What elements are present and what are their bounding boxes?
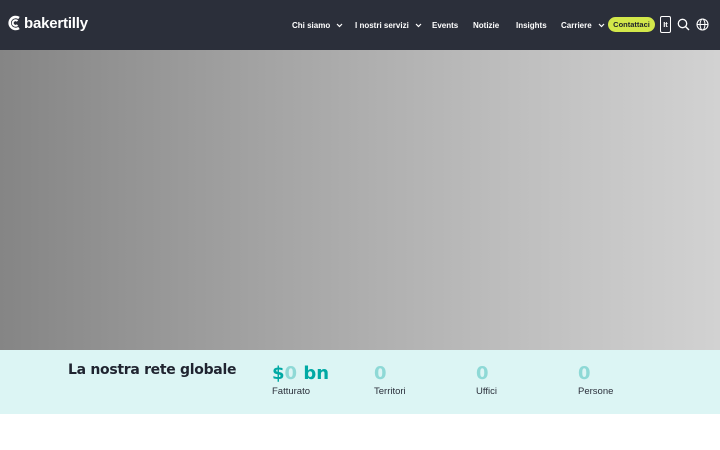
nav-item-insights[interactable]: Insights [516,18,547,32]
chevron-down-icon [336,23,343,27]
nav-item-carriere[interactable]: Carriere [561,18,605,32]
global-network-stats: La nostra rete globale $0 bn Fatturato 0… [0,350,720,414]
nav-item-label: Events [432,20,459,30]
stat-prefix: $ [272,363,285,384]
bakertilly-logo-icon [8,15,20,31]
nav-item-label: Insights [516,20,547,30]
search-icon[interactable] [677,18,690,31]
stat-value: 0 [374,364,406,384]
contact-button[interactable]: Contattaci [608,17,655,32]
globe-icon[interactable] [696,18,709,31]
stat-persone: 0 Persone [578,364,614,398]
stat-uffici: 0 Uffici [476,364,497,398]
stat-label: Territori [374,386,406,397]
chevron-down-icon [598,23,605,27]
stat-label: Persone [578,386,614,397]
brand-name: bakertilly [24,14,88,32]
stat-number: 0 [284,363,298,384]
nav-item-servizi[interactable]: I nostri servizi [355,18,422,32]
nav-item-label: Notizie [473,20,500,30]
stat-label: Fatturato [272,386,311,397]
stat-value: 0 [578,364,613,384]
nav-item-label: Carriere [561,20,592,30]
top-navbar: bakertilly Chi siamo I nostri servizi Ev… [0,0,720,50]
stat-suffix: bn [297,363,330,384]
nav-item-notizie[interactable]: Notizie [473,18,499,32]
stat-value: $0 bn [272,364,329,384]
stat-label: Uffici [476,386,497,397]
stats-title: La nostra rete globale [68,362,237,378]
stat-territori: 0 Territori [374,364,406,398]
stat-value: 0 [476,364,497,384]
stat-number: 0 [578,363,591,384]
chevron-down-icon [415,23,422,27]
nav-item-label: Chi siamo [292,20,331,30]
nav-item-chi-siamo[interactable]: Chi siamo [292,18,343,32]
nav-item-label: I nostri servizi [355,20,409,30]
stat-number: 0 [476,363,489,384]
stat-number: 0 [374,363,387,384]
stat-fatturato: $0 bn Fatturato [272,364,329,398]
bakertilly-logo[interactable]: bakertilly [8,11,88,35]
language-selector[interactable]: It [660,16,671,33]
hero-banner [0,50,720,350]
nav-item-events[interactable]: Events [432,18,458,32]
